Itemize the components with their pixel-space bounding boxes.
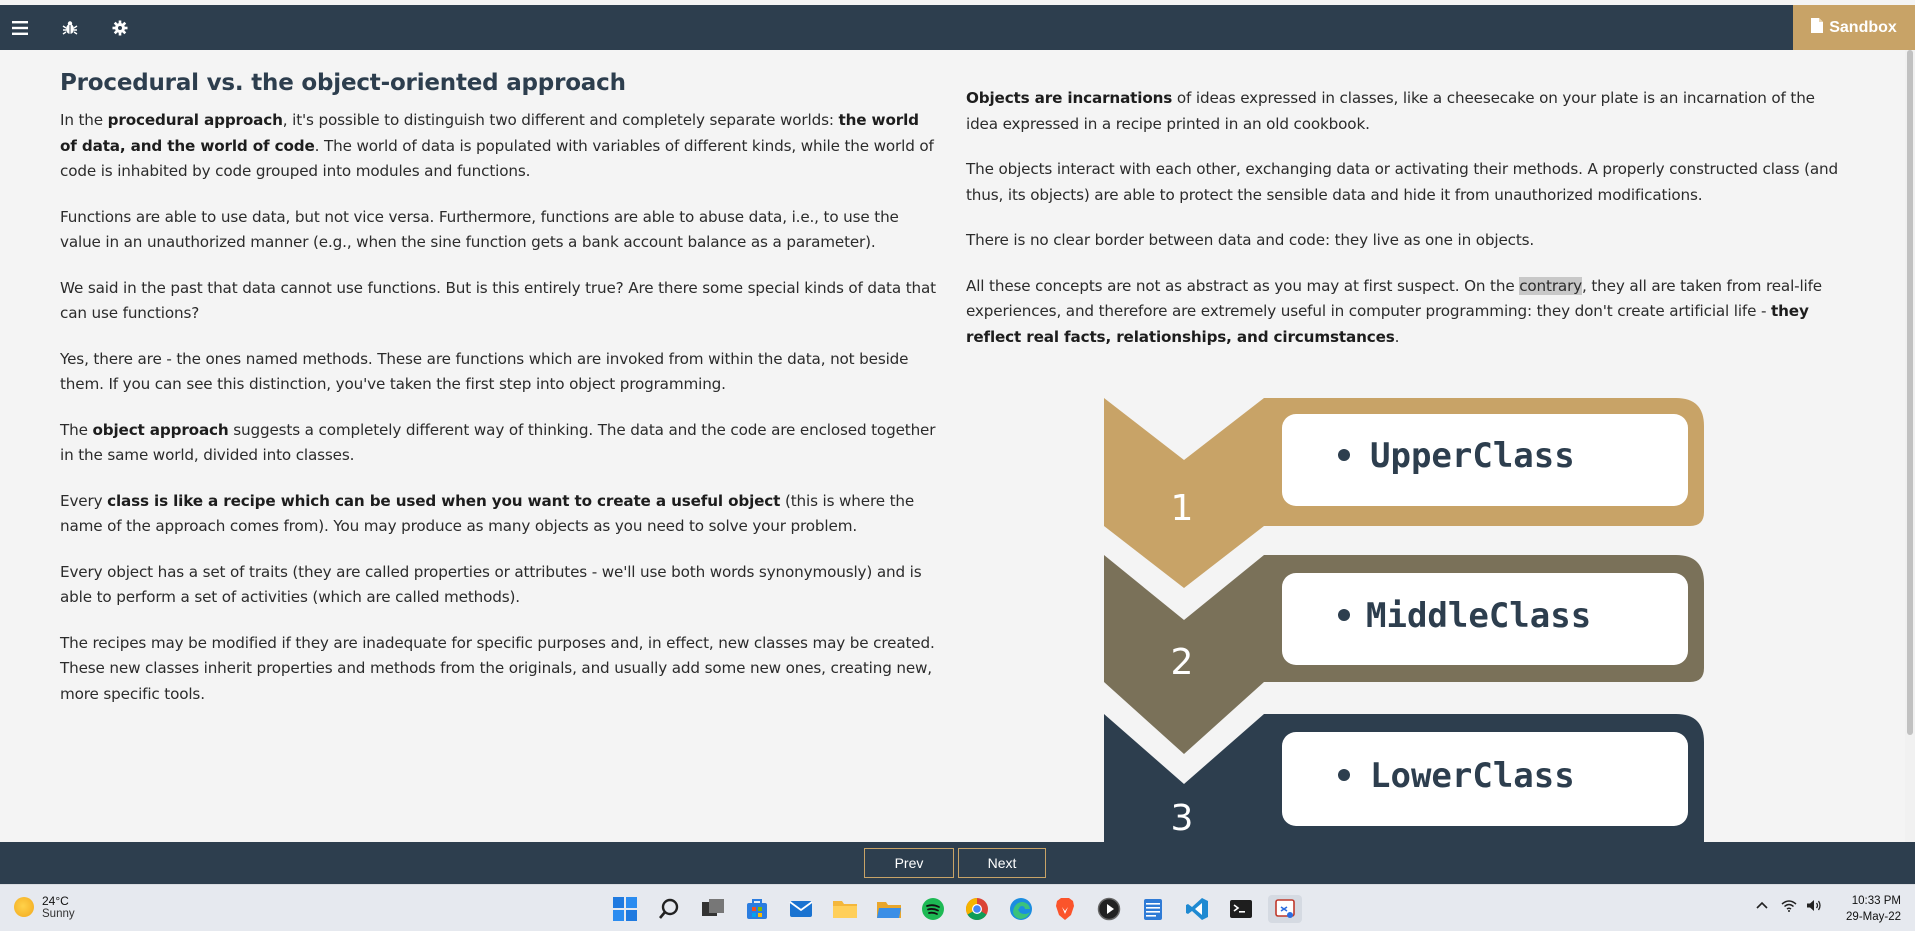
next-button[interactable]: Next [958, 848, 1046, 878]
text-run: We said in the past that data cannot use… [60, 278, 936, 323]
highlighted-text: contrary [1519, 276, 1583, 295]
brave-icon[interactable] [1051, 895, 1079, 923]
bullet-icon [1338, 609, 1350, 621]
text-run: The [60, 420, 93, 439]
chrome-icon[interactable] [963, 895, 991, 923]
bold-text: procedural approach [107, 111, 283, 129]
clock-time: 10:33 PM [1851, 895, 1901, 907]
folder-icon[interactable] [875, 895, 903, 923]
media-player-icon[interactable] [1095, 895, 1123, 923]
mail-icon[interactable] [787, 895, 815, 923]
clock-date: 29-May-22 [1846, 911, 1901, 923]
notepad-icon[interactable] [1139, 895, 1167, 923]
taskbar: 24°C Sunny 10:33 PM 29-May-22 [0, 884, 1915, 931]
bullet-icon [1338, 769, 1350, 781]
prev-button[interactable]: Prev [864, 848, 954, 878]
task-view-icon[interactable] [699, 895, 727, 923]
text-run: , it's possible to distinguish two diffe… [282, 111, 839, 129]
file-explorer-icon[interactable] [831, 895, 859, 923]
paragraph: Functions are able to use data, but not … [60, 205, 940, 256]
weather-widget[interactable]: 24°C Sunny [14, 894, 75, 920]
paragraph: We said in the past that data cannot use… [60, 276, 940, 327]
text-run: Yes, there are - the ones named methods.… [60, 349, 909, 394]
bold-text: class is like a recipe which can be used… [107, 491, 781, 510]
windows-start-icon[interactable] [611, 895, 639, 923]
class-hierarchy-diagram: 3 LowerClass 2 MiddleClass 1 UpperClass [1104, 398, 1704, 842]
level-3-number: 3 [1171, 798, 1194, 839]
spotify-icon[interactable] [919, 895, 947, 923]
wifi-icon[interactable] [1781, 899, 1797, 916]
paragraph: Every class is like a recipe which can b… [60, 489, 940, 540]
footer-nav: Prev Next [0, 842, 1915, 884]
paragraph: The object approach suggests a completel… [60, 418, 940, 469]
bold-text: Objects are incarnations [966, 89, 1173, 107]
sun-icon [14, 897, 34, 917]
page-title: Procedural vs. the object-oriented appro… [60, 70, 626, 96]
level-2-label: MiddleClass [1366, 596, 1591, 636]
left-column: Procedural vs. the object-oriented appro… [60, 70, 940, 727]
paragraph: Yes, there are - the ones named methods.… [60, 347, 940, 398]
system-clock[interactable]: 10:33 PM 29-May-22 [1846, 893, 1901, 925]
bullet-icon [1338, 449, 1350, 461]
scrollbar[interactable] [1905, 50, 1915, 842]
sandbox-label: Sandbox [1829, 18, 1897, 36]
level-1-number: 1 [1171, 488, 1194, 529]
vscode-icon[interactable] [1183, 895, 1211, 923]
bold-text: object approach [92, 420, 229, 439]
chevron-up-icon[interactable] [1756, 899, 1768, 914]
terminal-icon[interactable] [1227, 895, 1255, 923]
text-run: The objects interact with each other, ex… [966, 160, 1839, 204]
text-run: . [1394, 327, 1400, 346]
paragraph: In the procedural approach, it's possibl… [60, 108, 940, 185]
paragraph: There is no clear border between data an… [966, 228, 1846, 254]
lesson-content: Procedural vs. the object-oriented appro… [0, 50, 1915, 842]
menu-icon[interactable] [0, 5, 40, 50]
bug-icon[interactable] [50, 5, 90, 50]
paragraph: The recipes may be modified if they are … [60, 631, 940, 708]
store-icon[interactable] [743, 895, 771, 923]
paragraph: Every object has a set of traits (they a… [60, 560, 940, 611]
gear-icon[interactable] [100, 5, 140, 50]
text-run: Every object has a set of traits (they a… [60, 562, 922, 607]
weather-condition: Sunny [42, 908, 75, 920]
weather-temp: 24°C [42, 894, 69, 908]
volume-icon[interactable] [1806, 899, 1822, 916]
search-icon[interactable] [655, 895, 683, 923]
paragraph: The objects interact with each other, ex… [966, 157, 1846, 208]
text-run: Functions are able to use data, but not … [60, 207, 899, 252]
text-run: There is no clear border between data an… [966, 231, 1535, 249]
text-run: Every [60, 491, 108, 510]
file-icon [1811, 17, 1824, 38]
sandbox-button[interactable]: Sandbox [1793, 5, 1915, 50]
paragraph: All these concepts are not as abstract a… [966, 274, 1846, 351]
top-bar: Sandbox [0, 5, 1915, 50]
level-2-number: 2 [1171, 642, 1194, 683]
paragraph: Objects are incarnations of ideas expres… [966, 86, 1846, 137]
text-run: In the [60, 111, 108, 129]
snipping-tool-icon[interactable] [1268, 895, 1302, 923]
right-column: Objects are incarnations of ideas expres… [966, 86, 1846, 370]
level-3-label: LowerClass [1370, 756, 1575, 796]
text-run: The recipes may be modified if they are … [60, 633, 935, 703]
edge-icon[interactable] [1007, 895, 1035, 923]
text-run: All these concepts are not as abstract a… [966, 276, 1520, 295]
level-1-label: UpperClass [1370, 436, 1575, 476]
scrollbar-thumb[interactable] [1907, 50, 1913, 735]
